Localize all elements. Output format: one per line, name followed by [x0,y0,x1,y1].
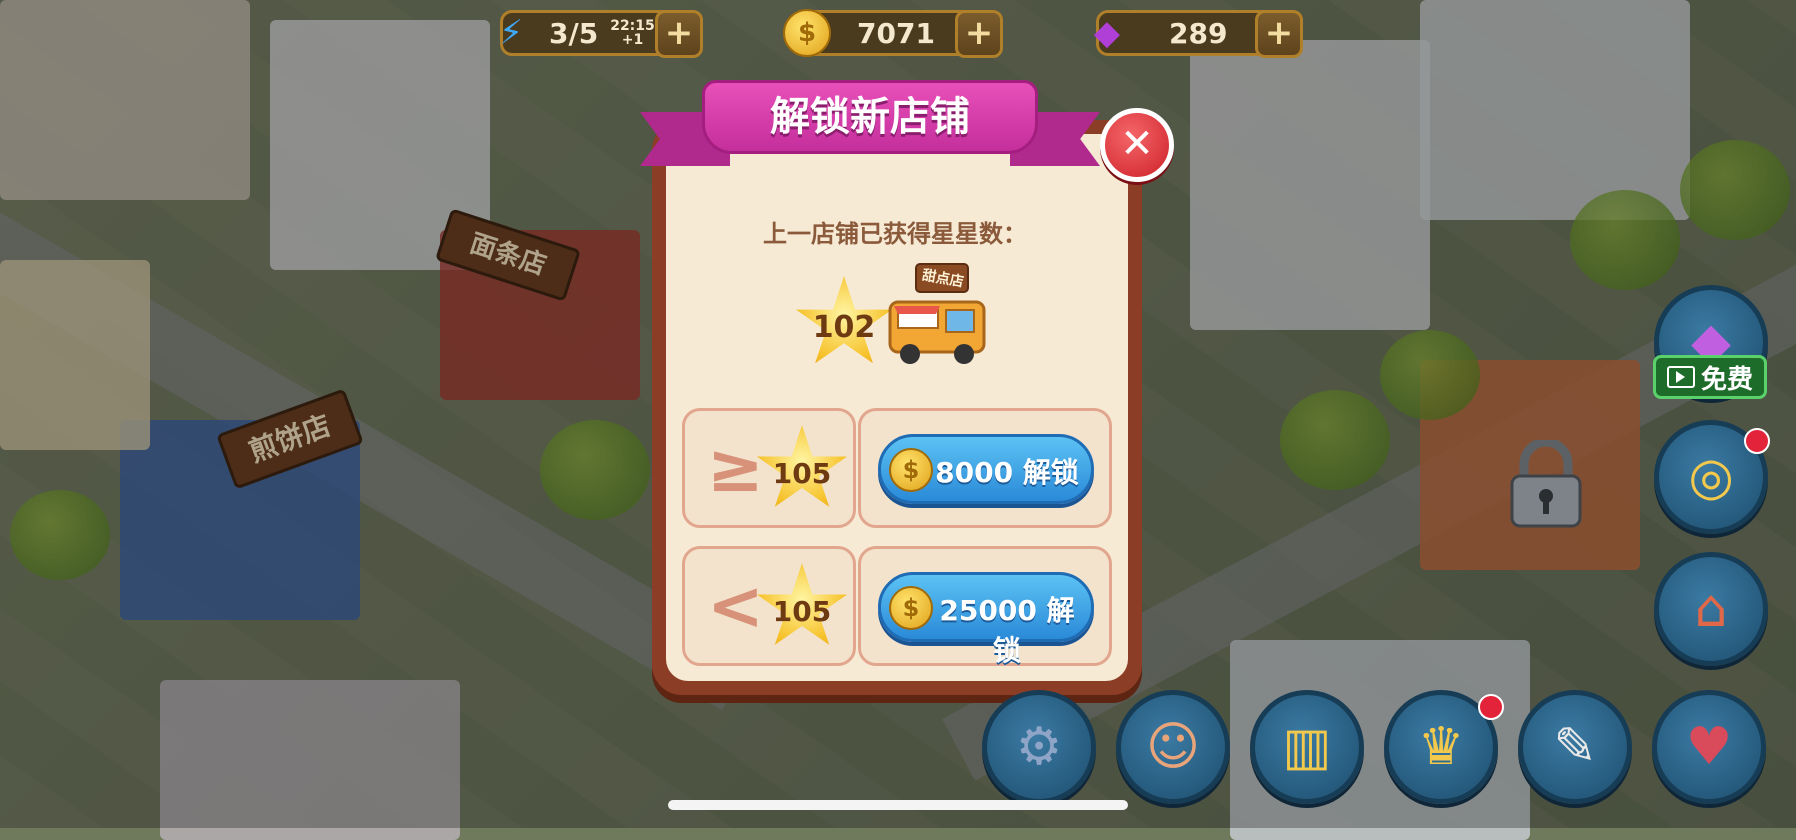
star-requirement-cell: < 105 [682,546,856,666]
friends-button[interactable]: ☺ [1116,690,1230,804]
free-video-button[interactable]: 免费 [1653,355,1767,399]
home-indicator[interactable] [668,800,1128,810]
lock-icon [1510,440,1582,528]
video-icon [1666,366,1695,388]
free-label: 免费 [1700,364,1753,395]
tasks-button[interactable]: ✎ [1518,690,1632,804]
add-energy-button[interactable]: + [655,10,703,58]
coin-icon: $ [889,448,933,492]
book-heart-icon: ♥ [1685,717,1733,777]
coin-icon: $ [781,7,833,59]
shop-button[interactable]: ⌂ [1654,552,1768,666]
unlock-button-label: 25000 解锁 [939,594,1075,667]
add-coins-button[interactable]: + [955,10,1003,58]
coin-counter: $ 7071 + [783,9,1003,58]
unlock-8000-button[interactable]: $ 8000 解锁 [878,434,1094,504]
star-requirement-cell: ≥ 105 [682,408,856,528]
title-ribbon: 解锁新店铺 [640,70,1100,170]
dialog-title: 解锁新店铺 [770,94,970,140]
wheel-icon: ◎ [1688,447,1734,507]
earned-star-count: 102 [812,310,876,345]
notification-badge [1478,694,1504,720]
energy-timer: 22:15 +1 [610,19,655,47]
settings-button[interactable]: ⚙ [982,690,1096,804]
gear-icon: ⚙ [1015,717,1063,777]
gem-icon: ◆ [1093,13,1121,53]
notification-badge [1744,428,1770,454]
lightning-icon: ⚡ [499,13,523,53]
energy-counter: ⚡ 3/5 22:15 +1 + [499,10,703,58]
friends-icon: ☺ [1145,717,1201,777]
add-gems-button[interactable]: + [1255,10,1303,58]
trophy-icon: ♛ [1417,717,1465,777]
ranking-button[interactable]: ▥ [1250,690,1364,804]
coin-icon: $ [889,586,933,630]
earned-stars-label: 上一店铺已获得星星数： [763,220,1027,248]
podium-icon: ▥ [1282,717,1332,777]
shop-icon: ⌂ [1694,579,1728,639]
unlock-option-row: < 105 $ 25000 解锁 [682,546,1112,667]
close-button[interactable]: ✕ [1100,108,1174,182]
gem-counter: ◆ 289 + [1094,10,1303,58]
required-star-count: 105 [772,595,832,628]
unlock-option-row: ≥ 105 $ 8000 解锁 [682,408,1112,528]
notepad-icon: ✎ [1553,717,1597,777]
energy-timer-increment: +1 [621,32,644,48]
collection-button[interactable]: ♥ [1652,690,1766,804]
required-star-count: 105 [772,457,832,490]
energy-timer-value: 22:15 [610,18,655,34]
unlock-25000-button[interactable]: $ 25000 解锁 [878,572,1094,667]
unlock-button-label: 8000 解锁 [935,456,1079,489]
